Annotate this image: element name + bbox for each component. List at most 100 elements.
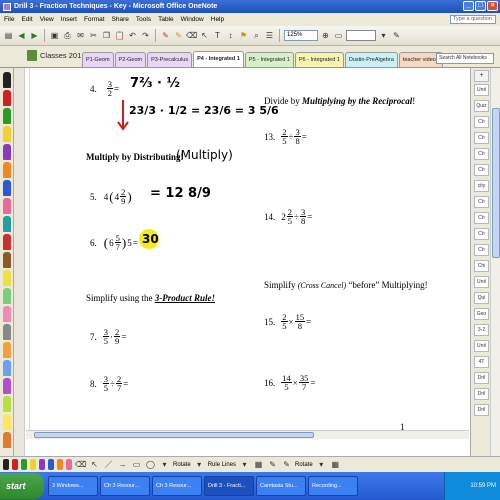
page-icon[interactable]: ▭ <box>333 30 344 41</box>
rotate-button[interactable]: Rotate <box>173 462 191 468</box>
taskbar-item-windows[interactable]: 3 Windows... <box>48 476 98 496</box>
dropdown-icon[interactable]: ▾ <box>239 459 250 470</box>
page-tab[interactable]: Unit <box>474 340 489 352</box>
page-tab[interactable]: Unit <box>474 84 489 96</box>
tab-p3-precalculus[interactable]: P3-Precalculus <box>147 52 193 67</box>
page-tab[interactable]: Dril <box>474 372 489 384</box>
tab-p4-integrated-1[interactable]: P4 - Integrated 1 <box>193 51 244 67</box>
page-tab[interactable]: 4T <box>474 356 489 368</box>
dropdown-icon[interactable]: ▾ <box>159 459 170 470</box>
tab-p1-geom[interactable]: P1-Geom <box>82 52 114 67</box>
yellow-highlighter-icon[interactable] <box>3 414 11 430</box>
note-page[interactable]: 4. 3 2 = 7⅔ · ½ 23/3 · 1/2 = 23/6 = 3 5/… <box>26 68 469 430</box>
list-icon[interactable]: ☰ <box>264 30 275 41</box>
dropdown-icon[interactable]: ▾ <box>316 459 327 470</box>
vertical-scrollbar[interactable] <box>490 68 500 456</box>
ellipse-icon[interactable]: ◯ <box>145 459 156 470</box>
menu-window[interactable]: Window <box>181 16 204 23</box>
red-pen-icon[interactable] <box>3 90 11 106</box>
page-tab[interactable]: Qui <box>474 292 489 304</box>
redo-icon[interactable]: ↷ <box>140 30 151 41</box>
horizontal-scroll-thumb[interactable] <box>34 432 314 438</box>
rule-lines-button[interactable]: Rule Lines <box>208 462 236 468</box>
page-tab[interactable]: Ch <box>474 164 489 176</box>
red-pen-icon[interactable] <box>12 459 18 470</box>
dropdown-icon[interactable]: ▾ <box>194 459 205 470</box>
arrow-icon[interactable]: → <box>117 459 128 470</box>
vertical-scroll-thumb[interactable] <box>492 108 500 258</box>
pink-highlighter-icon[interactable] <box>3 306 11 322</box>
undo-icon[interactable]: ↶ <box>127 30 138 41</box>
print-icon[interactable]: ⎙ <box>62 30 73 41</box>
system-tray-clock[interactable]: 10:59 PM <box>444 472 500 500</box>
pink-pen-icon[interactable] <box>3 198 11 214</box>
green-pen-icon[interactable] <box>3 108 11 124</box>
yellow-highlighter-icon[interactable] <box>3 270 11 286</box>
page-tab[interactable]: Ch <box>474 212 489 224</box>
grid-icon[interactable]: ▦ <box>330 459 341 470</box>
page-tab[interactable]: Ch <box>474 244 489 256</box>
rectangle-icon[interactable]: ▭ <box>131 459 142 470</box>
menu-file[interactable]: File <box>4 16 14 23</box>
highlighter-icon[interactable]: ✎ <box>173 30 184 41</box>
page-tab[interactable]: Dril <box>474 388 489 400</box>
blue-highlighter-icon[interactable] <box>3 360 11 376</box>
tab-p6-integrated-1[interactable]: P6 - Integrated 1 <box>294 52 344 67</box>
tab-dustin-prealgebra[interactable]: Dustin-PreAlgebra <box>344 52 398 67</box>
menu-tools[interactable]: Tools <box>136 16 151 23</box>
page-tab[interactable]: Geo <box>474 308 489 320</box>
rotate-button[interactable]: Rotate <box>295 462 313 468</box>
zoom-select[interactable]: 125% <box>284 30 318 41</box>
orange-pen-icon[interactable] <box>3 432 11 448</box>
horizontal-scrollbar[interactable] <box>26 430 469 439</box>
pen-color-swatch[interactable] <box>346 30 376 41</box>
select-icon[interactable]: ↖ <box>199 30 210 41</box>
green-pen-icon[interactable] <box>21 459 27 470</box>
page-tab[interactable]: Dril <box>474 404 489 416</box>
blue-pen-icon[interactable] <box>3 180 11 196</box>
green-highlighter-icon[interactable] <box>3 288 11 304</box>
taskbar-item-drill-3[interactable]: Drill 3 - Fracti... <box>204 476 254 496</box>
line-icon[interactable]: ／ <box>103 459 114 470</box>
type-icon[interactable]: T <box>212 30 223 41</box>
paste-icon[interactable]: 📋 <box>114 30 125 41</box>
eraser-icon[interactable]: ⌫ <box>186 30 197 41</box>
new-icon[interactable]: ▤ <box>3 30 14 41</box>
minimize-button[interactable]: _ <box>463 1 474 11</box>
search-notebooks-input[interactable]: Search All Notebooks <box>436 53 494 64</box>
orange-highlighter-icon[interactable] <box>3 342 11 358</box>
purple-pen-icon[interactable] <box>3 144 11 160</box>
eraser-icon[interactable]: ⌫ <box>75 459 86 470</box>
page-tab[interactable]: Quiz <box>474 100 489 112</box>
space-icon[interactable]: ↕ <box>225 30 236 41</box>
find-icon[interactable]: ⌕ <box>251 30 262 41</box>
copy-icon[interactable]: ❐ <box>101 30 112 41</box>
page-tab[interactable]: Ch <box>474 116 489 128</box>
page-tab[interactable]: Unit <box>474 276 489 288</box>
close-button[interactable]: × <box>487 1 498 11</box>
page-tab[interactable]: city <box>474 180 489 192</box>
purple-pen-icon[interactable] <box>39 459 45 470</box>
dropdown-icon[interactable]: ▾ <box>378 30 389 41</box>
tab-p5-integrated-1[interactable]: P5 - Integrated 1 <box>244 52 294 67</box>
help-search-input[interactable]: Type a question <box>450 15 496 24</box>
page-tab[interactable]: Chi <box>474 260 489 272</box>
zoom-in-icon[interactable]: ⊕ <box>320 30 331 41</box>
notebook-section-title[interactable]: Classes 201... <box>27 50 88 61</box>
yellow-highlighter-icon[interactable] <box>30 459 36 470</box>
black-pen-icon[interactable] <box>3 72 11 88</box>
menu-format[interactable]: Format <box>84 16 105 23</box>
taskbar-item-ch3-resources-2[interactable]: Ch 3 Resour... <box>152 476 202 496</box>
red-pen-icon[interactable] <box>3 234 11 250</box>
menu-help[interactable]: Help <box>211 16 224 23</box>
cut-icon[interactable]: ✂ <box>88 30 99 41</box>
orange-pen-icon[interactable] <box>57 459 63 470</box>
teal-pen-icon[interactable] <box>3 216 11 232</box>
page-tab[interactable]: Ch <box>474 228 489 240</box>
taskbar-item-camtasia[interactable]: Camtasia Stu... <box>256 476 306 496</box>
select-icon[interactable]: ↖ <box>89 459 100 470</box>
email-icon[interactable]: ✉ <box>75 30 86 41</box>
page-tab[interactable]: Ch <box>474 148 489 160</box>
pen-icon[interactable]: ✎ <box>160 30 171 41</box>
pen-icon[interactable]: ✎ <box>267 459 278 470</box>
